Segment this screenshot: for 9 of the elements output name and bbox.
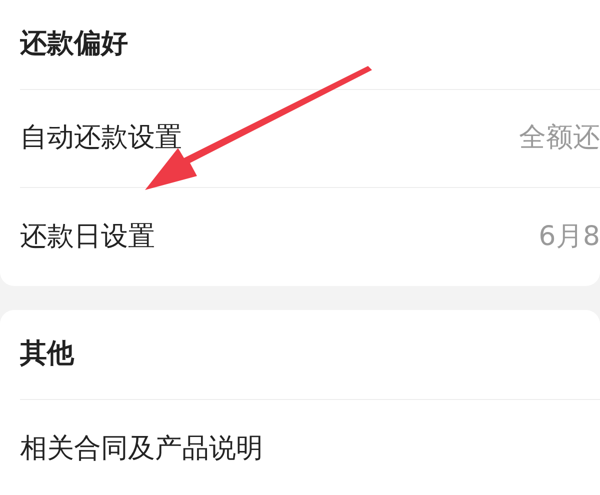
settings-row[interactable]: 相关合同及产品说明 — [20, 400, 600, 495]
row-label: 还款日设置 — [20, 220, 155, 254]
section-title: 其他 — [20, 337, 74, 372]
row-label: 相关合同及产品说明 — [20, 432, 263, 466]
row-value: 6月8 — [538, 220, 600, 254]
row-value: 全额还 — [519, 121, 600, 156]
row-label: 自动还款设置 — [20, 121, 182, 156]
section-title: 还款偏好 — [20, 27, 128, 62]
settings-row[interactable]: 还款日设置 6月8 — [20, 188, 600, 286]
